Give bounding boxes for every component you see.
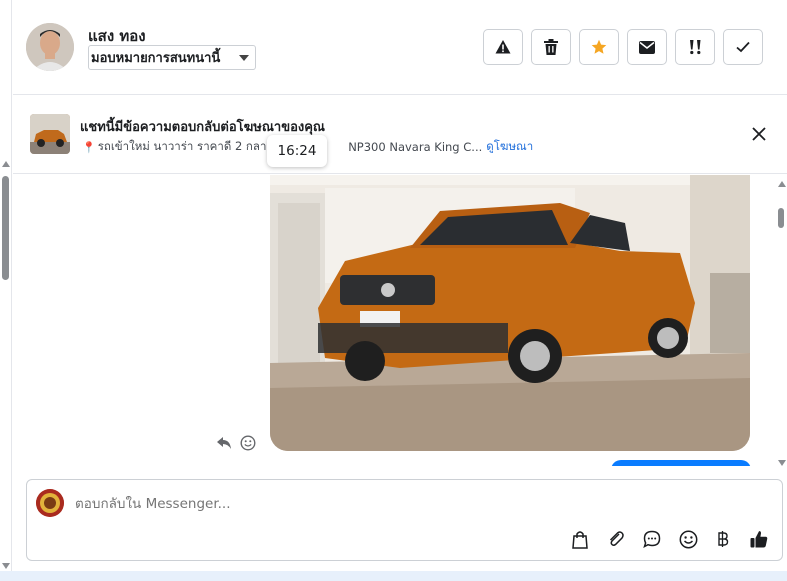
- scroll-down-arrow-icon[interactable]: [2, 563, 10, 569]
- payment-button[interactable]: [712, 528, 734, 550]
- ad-description-tail: NP300 Navara King C...: [348, 140, 483, 154]
- reply-input[interactable]: [75, 496, 675, 512]
- spam-icon: [495, 40, 511, 54]
- reply-composer: [26, 479, 783, 561]
- baht-currency-icon: [718, 531, 729, 547]
- conversation-header: แสง ทอง มอบหมายการสนทนานี้: [13, 0, 787, 95]
- star-button[interactable]: [579, 29, 619, 65]
- page-avatar: [36, 489, 64, 517]
- paperclip-icon: [609, 531, 624, 546]
- messenger-conversation-page: แสง ทอง มอบหมายการสนทนานี้ แชทนี้มีข้อคว…: [0, 0, 787, 581]
- view-ad-link[interactable]: ดูโฆษณา: [486, 138, 533, 156]
- mark-spam-button[interactable]: [483, 29, 523, 65]
- ad-reply-banner: แชทนี้มีข้อความตอบกลับต่อโฆษณาของคุณ 📍 ร…: [13, 96, 787, 174]
- message-scrollbar[interactable]: [777, 175, 787, 466]
- shopping-bag-icon: [572, 530, 588, 549]
- scrollbar-thumb[interactable]: [2, 176, 9, 280]
- emoji-button[interactable]: [677, 528, 699, 550]
- message-actions: [217, 435, 256, 451]
- emoji-reaction-icon[interactable]: [240, 435, 256, 451]
- outgoing-message-bubble[interactable]: [611, 460, 751, 466]
- message-photo-attachment[interactable]: [270, 175, 750, 451]
- check-icon: [736, 41, 750, 53]
- ad-thumbnail[interactable]: [30, 114, 70, 154]
- close-banner-button[interactable]: [751, 126, 767, 142]
- assign-conversation-select[interactable]: มอบหมายการสนทนานี้: [88, 45, 256, 70]
- timestamp-tooltip: 16:24: [267, 135, 327, 167]
- attach-file-button[interactable]: [605, 528, 627, 550]
- mark-unread-button[interactable]: [627, 29, 667, 65]
- trash-icon: [544, 39, 558, 55]
- scroll-up-arrow-icon[interactable]: [778, 181, 786, 187]
- location-pin-icon: 📍: [82, 140, 96, 154]
- like-button[interactable]: [748, 528, 770, 550]
- saved-replies-button[interactable]: [641, 528, 663, 550]
- thumbs-up-icon: [750, 531, 768, 548]
- follow-up-icon: [690, 40, 701, 55]
- mark-done-button[interactable]: [723, 29, 763, 65]
- scroll-down-arrow-icon[interactable]: [778, 460, 786, 466]
- contact-avatar[interactable]: [26, 23, 74, 71]
- ad-description: รถเข้าใหม่ นาวาร่า ราคาดี 2 กลางๆ: [97, 139, 279, 153]
- reply-icon[interactable]: [217, 436, 232, 450]
- scrollbar-thumb[interactable]: [778, 208, 784, 228]
- bottom-edge-strip: [0, 571, 787, 581]
- message-thread[interactable]: [13, 175, 787, 466]
- left-scrollbar[interactable]: [0, 0, 12, 581]
- assign-conversation-label: มอบหมายการสนทนานี้: [91, 51, 221, 66]
- chevron-down-icon: [239, 55, 249, 61]
- emoji-icon: [679, 530, 697, 548]
- ad-banner-title: แชทนี้มีข้อความตอบกลับต่อโฆษณาของคุณ: [80, 120, 325, 135]
- delete-button[interactable]: [531, 29, 571, 65]
- follow-up-button[interactable]: [675, 29, 715, 65]
- close-icon: [752, 127, 766, 141]
- scroll-up-arrow-icon[interactable]: [2, 161, 10, 167]
- star-icon: [591, 39, 607, 54]
- mail-icon: [639, 40, 655, 54]
- chat-bubble-icon: [643, 530, 661, 548]
- shopping-bag-button[interactable]: [569, 528, 591, 550]
